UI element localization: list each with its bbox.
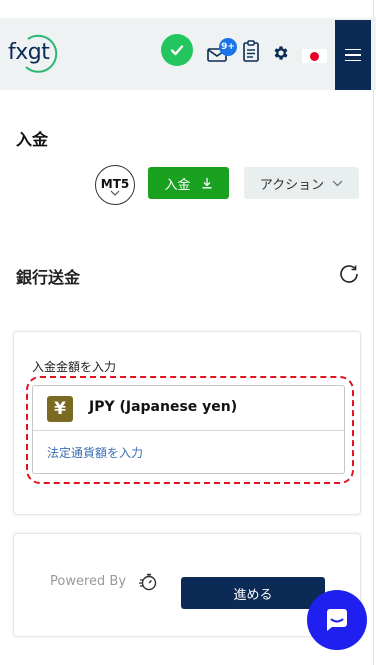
chevron-down-icon xyxy=(332,180,343,186)
japan-flag-icon[interactable] xyxy=(302,49,327,63)
currency-selector[interactable]: ¥ JPY (Japanese yen) xyxy=(33,386,344,431)
check-icon xyxy=(170,45,184,56)
clipboard-icon[interactable] xyxy=(242,40,260,62)
action-dropdown-label: アクション xyxy=(259,177,325,193)
yen-icon: ¥ xyxy=(47,396,73,422)
top-navbar: fxgt 9+ xyxy=(0,18,376,90)
deposit-button-label: 入金 xyxy=(164,177,191,193)
menu-line xyxy=(345,48,361,51)
amount-label: 入金金額を入力 xyxy=(32,360,117,374)
logo-arc-icon xyxy=(25,34,58,73)
fxgt-logo[interactable]: fxgt xyxy=(8,34,60,73)
verified-check-icon[interactable] xyxy=(161,34,193,66)
currency-name: JPY (Japanese yen) xyxy=(89,399,238,415)
chevron-down-icon xyxy=(110,190,120,196)
amount-input[interactable]: 法定通貨額を入力 xyxy=(47,444,143,461)
page-edge-divider xyxy=(373,0,374,665)
chat-bubble-icon xyxy=(327,609,347,631)
proceed-button[interactable]: 進める xyxy=(181,577,325,609)
hamburger-menu-icon[interactable] xyxy=(335,20,371,90)
menu-line xyxy=(345,54,361,56)
chat-icon[interactable] xyxy=(307,590,367,650)
gear-icon[interactable] xyxy=(272,44,290,62)
deposit-button[interactable]: 入金 xyxy=(148,167,229,199)
account-selector[interactable]: MT5 xyxy=(95,165,135,205)
powered-by-label: Powered By xyxy=(50,574,127,589)
action-dropdown[interactable]: アクション xyxy=(244,167,359,199)
page-title: 入金 xyxy=(16,130,49,149)
stopwatch-icon xyxy=(139,573,157,591)
menu-line xyxy=(345,59,361,62)
proceed-button-label: 進める xyxy=(233,587,273,603)
flag-sun xyxy=(310,51,319,61)
download-icon xyxy=(202,178,211,189)
platform-label: MT5 xyxy=(100,176,130,191)
notification-badge: 9+ xyxy=(219,38,237,56)
refresh-icon[interactable] xyxy=(337,262,361,286)
currency-input-group: ¥ JPY (Japanese yen) 法定通貨額を入力 xyxy=(32,385,345,474)
section-title: 銀行送金 xyxy=(16,268,81,287)
